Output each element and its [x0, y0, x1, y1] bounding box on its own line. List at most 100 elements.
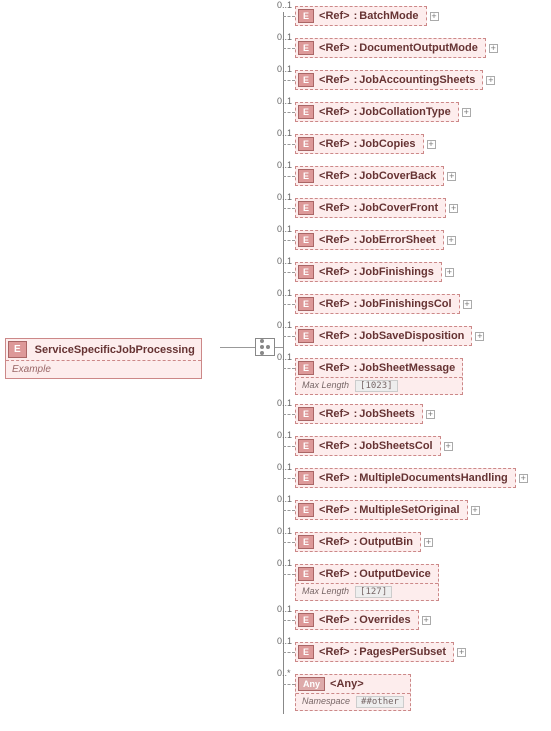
expand-icon[interactable]: + — [427, 140, 436, 149]
ref-card[interactable]: E<Ref> : JobFinishingsCol — [295, 294, 460, 314]
element-badge: E — [298, 361, 314, 375]
ref-card[interactable]: E<Ref> : PagesPerSubset — [295, 642, 454, 662]
type-name: MultipleDocumentsHandling — [357, 472, 514, 484]
ref-node-documentoutputmode[interactable]: 0..1E<Ref> : DocumentOutputMode+ — [295, 38, 498, 58]
connector-branch — [283, 684, 295, 685]
ref-card[interactable]: E<Ref> : JobFinishings — [295, 262, 442, 282]
occurrence-label: 0..1 — [277, 32, 292, 42]
type-name: MultipleSetOriginal — [357, 504, 465, 516]
ref-card[interactable]: E<Ref> : MultipleSetOriginal — [295, 500, 468, 520]
connector-branch — [283, 48, 295, 49]
ref-node-jobsheets[interactable]: 0..1E<Ref> : JobSheets+ — [295, 404, 435, 424]
ref-card[interactable]: E<Ref> : BatchMode — [295, 6, 427, 26]
ref-node-jobcopies[interactable]: 0..1E<Ref> : JobCopies+ — [295, 134, 436, 154]
expand-icon[interactable]: + — [471, 506, 480, 515]
connector-branch — [283, 620, 295, 621]
ref-node-jobfinishings[interactable]: 0..1E<Ref> : JobFinishings+ — [295, 262, 454, 282]
ref-card[interactable]: E<Ref> : Overrides — [295, 610, 419, 630]
ref-card[interactable]: E<Ref> : JobCoverFront — [295, 198, 446, 218]
ref-node-joberrorsheet[interactable]: 0..1E<Ref> : JobErrorSheet+ — [295, 230, 456, 250]
ref-card[interactable]: E<Ref> : JobSheetsCol — [295, 436, 441, 456]
ref-node-jobfinishingscol[interactable]: 0..1E<Ref> : JobFinishingsCol+ — [295, 294, 472, 314]
expand-icon[interactable]: + — [489, 44, 498, 53]
expand-icon[interactable]: + — [475, 332, 484, 341]
type-name: JobCopies — [357, 138, 421, 150]
ref-label: <Ref> — [315, 568, 354, 580]
ref-node-jobsavedisposition[interactable]: 0..1E<Ref> : JobSaveDisposition+ — [295, 326, 484, 346]
any-card[interactable]: Any<Any>Namespace##other — [295, 674, 411, 711]
connector-branch — [283, 336, 295, 337]
ref-card[interactable]: E<Ref> : JobSaveDisposition — [295, 326, 472, 346]
root-box[interactable]: E ServiceSpecificJobProcessing Example — [5, 338, 202, 379]
ref-card[interactable]: E<Ref> : MultipleDocumentsHandling — [295, 468, 516, 488]
expand-icon[interactable]: + — [426, 410, 435, 419]
element-badge: E — [298, 645, 314, 659]
connector-branch — [283, 272, 295, 273]
occurrence-label: 0..1 — [277, 96, 292, 106]
expand-icon[interactable]: + — [447, 172, 456, 181]
footer-value: [1023] — [355, 380, 398, 392]
root-footer: Example — [6, 361, 201, 378]
ref-card[interactable]: E<Ref> : JobErrorSheet — [295, 230, 444, 250]
occurrence-label: 0..1 — [277, 320, 292, 330]
type-name: JobAccountingSheets — [357, 74, 481, 86]
ref-card[interactable]: E<Ref> : OutputDeviceMax Length[127] — [295, 564, 439, 601]
connector-branch — [283, 80, 295, 81]
expand-icon[interactable]: + — [462, 108, 471, 117]
expand-icon[interactable]: + — [445, 268, 454, 277]
card-footer: Namespace##other — [296, 693, 410, 710]
element-badge: E — [298, 613, 314, 627]
occurrence-label: 0..1 — [277, 288, 292, 298]
sequence-compositor[interactable] — [255, 338, 275, 356]
ref-label: <Ref> — [315, 298, 354, 310]
expand-icon[interactable]: + — [424, 538, 433, 547]
root-element: E ServiceSpecificJobProcessing Example — [5, 338, 202, 379]
ref-card[interactable]: E<Ref> : JobAccountingSheets — [295, 70, 483, 90]
any-node[interactable]: 0..*Any<Any>Namespace##other — [295, 674, 411, 711]
expand-icon[interactable]: + — [447, 236, 456, 245]
ref-node-outputbin[interactable]: 0..1E<Ref> : OutputBin+ — [295, 532, 433, 552]
element-badge: E — [298, 73, 314, 87]
ref-node-jobsheetscol[interactable]: 0..1E<Ref> : JobSheetsCol+ — [295, 436, 453, 456]
ref-label: <Ref> — [315, 536, 354, 548]
ref-node-jobsheetmessage[interactable]: 0..1E<Ref> : JobSheetMessageMax Length[1… — [295, 358, 463, 395]
occurrence-label: 0..1 — [277, 494, 292, 504]
footer-value: ##other — [356, 696, 404, 708]
ref-node-multipledocumentshandling[interactable]: 0..1E<Ref> : MultipleDocumentsHandling+ — [295, 468, 528, 488]
ref-card[interactable]: E<Ref> : JobSheets — [295, 404, 423, 424]
connector-branch — [283, 208, 295, 209]
ref-card[interactable]: E<Ref> : JobCoverBack — [295, 166, 444, 186]
ref-node-overrides[interactable]: 0..1E<Ref> : Overrides+ — [295, 610, 431, 630]
ref-card[interactable]: E<Ref> : OutputBin — [295, 532, 421, 552]
expand-icon[interactable]: + — [519, 474, 528, 483]
connector-comp — [275, 347, 283, 348]
ref-card[interactable]: E<Ref> : JobCollationType — [295, 102, 459, 122]
ref-card[interactable]: E<Ref> : JobCopies — [295, 134, 424, 154]
ref-node-pagespersubset[interactable]: 0..1E<Ref> : PagesPerSubset+ — [295, 642, 466, 662]
expand-icon[interactable]: + — [430, 12, 439, 21]
expand-icon[interactable]: + — [463, 300, 472, 309]
ref-node-jobcoverback[interactable]: 0..1E<Ref> : JobCoverBack+ — [295, 166, 456, 186]
ref-card[interactable]: E<Ref> : JobSheetMessageMax Length[1023] — [295, 358, 463, 395]
ref-label: <Ref> — [315, 74, 354, 86]
ref-node-jobcoverfront[interactable]: 0..1E<Ref> : JobCoverFront+ — [295, 198, 458, 218]
ref-card[interactable]: E<Ref> : DocumentOutputMode — [295, 38, 486, 58]
element-badge: E — [298, 105, 314, 119]
expand-icon[interactable]: + — [457, 648, 466, 657]
occurrence-label: 0..1 — [277, 398, 292, 408]
type-name: BatchMode — [357, 10, 424, 22]
expand-icon[interactable]: + — [444, 442, 453, 451]
expand-icon[interactable]: + — [486, 76, 495, 85]
type-name: DocumentOutputMode — [357, 42, 484, 54]
expand-icon[interactable]: + — [422, 616, 431, 625]
ref-node-jobcollationtype[interactable]: 0..1E<Ref> : JobCollationType+ — [295, 102, 471, 122]
type-name: OutputDevice — [357, 568, 437, 580]
ref-node-outputdevice[interactable]: 0..1E<Ref> : OutputDeviceMax Length[127] — [295, 564, 439, 601]
ref-node-jobaccountingsheets[interactable]: 0..1E<Ref> : JobAccountingSheets+ — [295, 70, 495, 90]
footer-key: Max Length — [302, 586, 349, 598]
expand-icon[interactable]: + — [449, 204, 458, 213]
ref-label: <Ref> — [315, 504, 354, 516]
ref-node-batchmode[interactable]: 0..1E<Ref> : BatchMode+ — [295, 6, 439, 26]
ref-node-multiplesetoriginal[interactable]: 0..1E<Ref> : MultipleSetOriginal+ — [295, 500, 480, 520]
occurrence-label: 0..1 — [277, 526, 292, 536]
